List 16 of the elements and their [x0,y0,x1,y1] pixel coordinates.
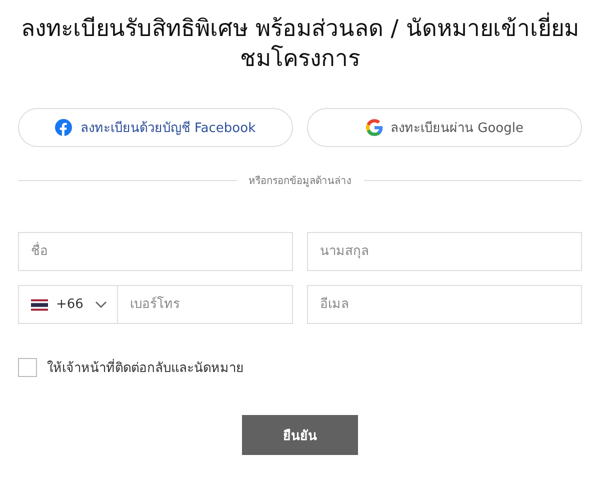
google-signup-button[interactable]: ลงทะเบียนผ่าน Google [307,108,582,147]
divider-text: หรือกรอกข้อมูลด้านล่าง [248,174,352,188]
flag-icon [31,298,48,310]
text-field[interactable]: ชื่อ [18,232,293,271]
country-code-select[interactable]: +66 [18,285,117,324]
chevron-down-icon [95,300,107,308]
page-title: ลงทะเบียนรับสิทธิพิเศษ พร้อมส่วนลด / นัดหมายเข้าเยี่ยมชมโครงการ [20,14,580,74]
google-icon [366,119,382,136]
checkbox-label: ให้เจ้าหน้าที่ติดต่อกลับและนัดหมาย [47,357,244,378]
phone-field[interactable]: เบอร์โทร [117,285,293,324]
text-field[interactable]: นามสกุล [307,232,582,271]
facebook-icon [55,119,72,136]
text-field[interactable]: อีเมล [307,285,582,324]
submit-button[interactable]: ยืนยัน [242,415,358,455]
facebook-signup-button[interactable]: ลงทะเบียนด้วยบัญชี Facebook [18,108,293,147]
checkbox[interactable] [18,358,37,377]
